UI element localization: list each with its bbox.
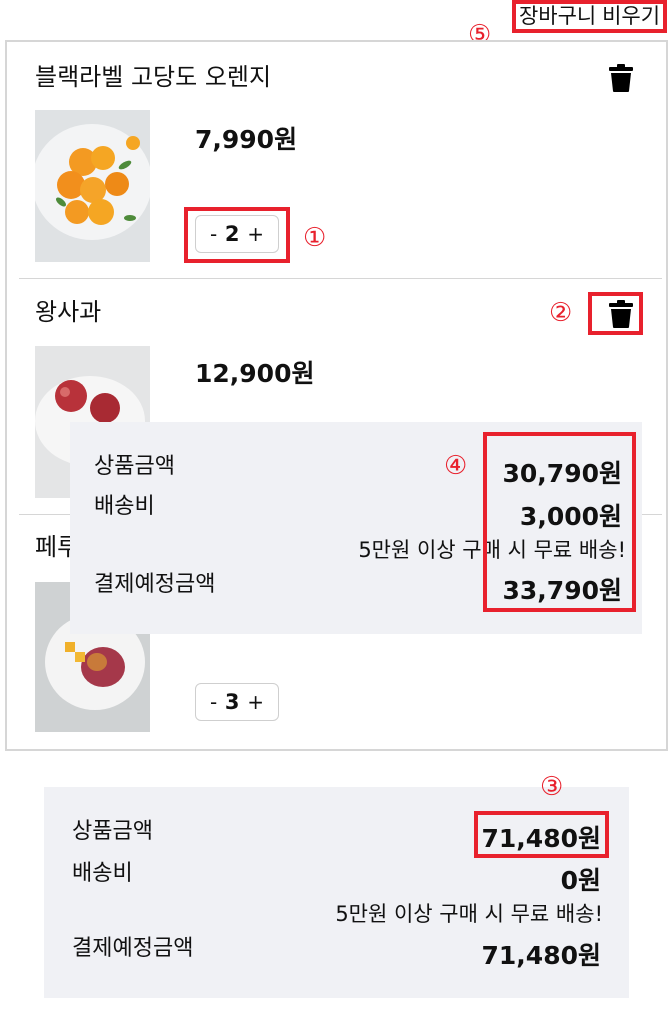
product-amount-label: 상품금액 bbox=[72, 819, 153, 844]
cart-item-list: 블랙라벨 고당도 오렌지 7,990원 - 2 + 왕사과 12,900원 페루… bbox=[5, 40, 668, 751]
highlight-box-popup-values bbox=[483, 432, 636, 612]
item-name: 왕사과 bbox=[35, 298, 102, 326]
item-name: 블랙라벨 고당도 오렌지 bbox=[35, 63, 272, 91]
annotation-2: ② bbox=[549, 298, 573, 328]
decrease-button[interactable]: - bbox=[210, 690, 217, 714]
shipping-fee-label: 배송비 bbox=[94, 494, 155, 519]
annotation-1: ① bbox=[303, 223, 327, 253]
increase-button[interactable]: + bbox=[247, 690, 264, 714]
item-price: 12,900원 bbox=[195, 359, 315, 388]
product-image-orange bbox=[35, 110, 150, 262]
quantity-value: 3 bbox=[224, 690, 240, 714]
shipping-fee-label: 배송비 bbox=[72, 861, 133, 886]
annotation-4: ④ bbox=[444, 451, 468, 481]
free-shipping-note: 5만원 이상 구매 시 무료 배송! bbox=[335, 902, 603, 926]
clear-cart-button[interactable]: 장바구니 비우기 bbox=[512, 0, 667, 33]
total-amount-label: 결제예정금액 bbox=[94, 572, 216, 597]
highlight-box-delete bbox=[588, 292, 643, 335]
highlight-box-bottom-product-amount bbox=[474, 811, 609, 858]
quantity-stepper: - 3 + bbox=[195, 683, 279, 721]
total-amount-label: 결제예정금액 bbox=[72, 936, 194, 961]
trash-icon[interactable] bbox=[609, 64, 633, 92]
divider bbox=[19, 278, 662, 279]
total-amount-value: 71,480원 bbox=[481, 941, 601, 970]
shipping-fee-value: 0원 bbox=[560, 866, 601, 895]
product-amount-label: 상품금액 bbox=[94, 454, 175, 479]
item-price: 7,990원 bbox=[195, 125, 298, 154]
annotation-3: ③ bbox=[540, 772, 564, 802]
highlight-box-stepper bbox=[184, 207, 290, 263]
